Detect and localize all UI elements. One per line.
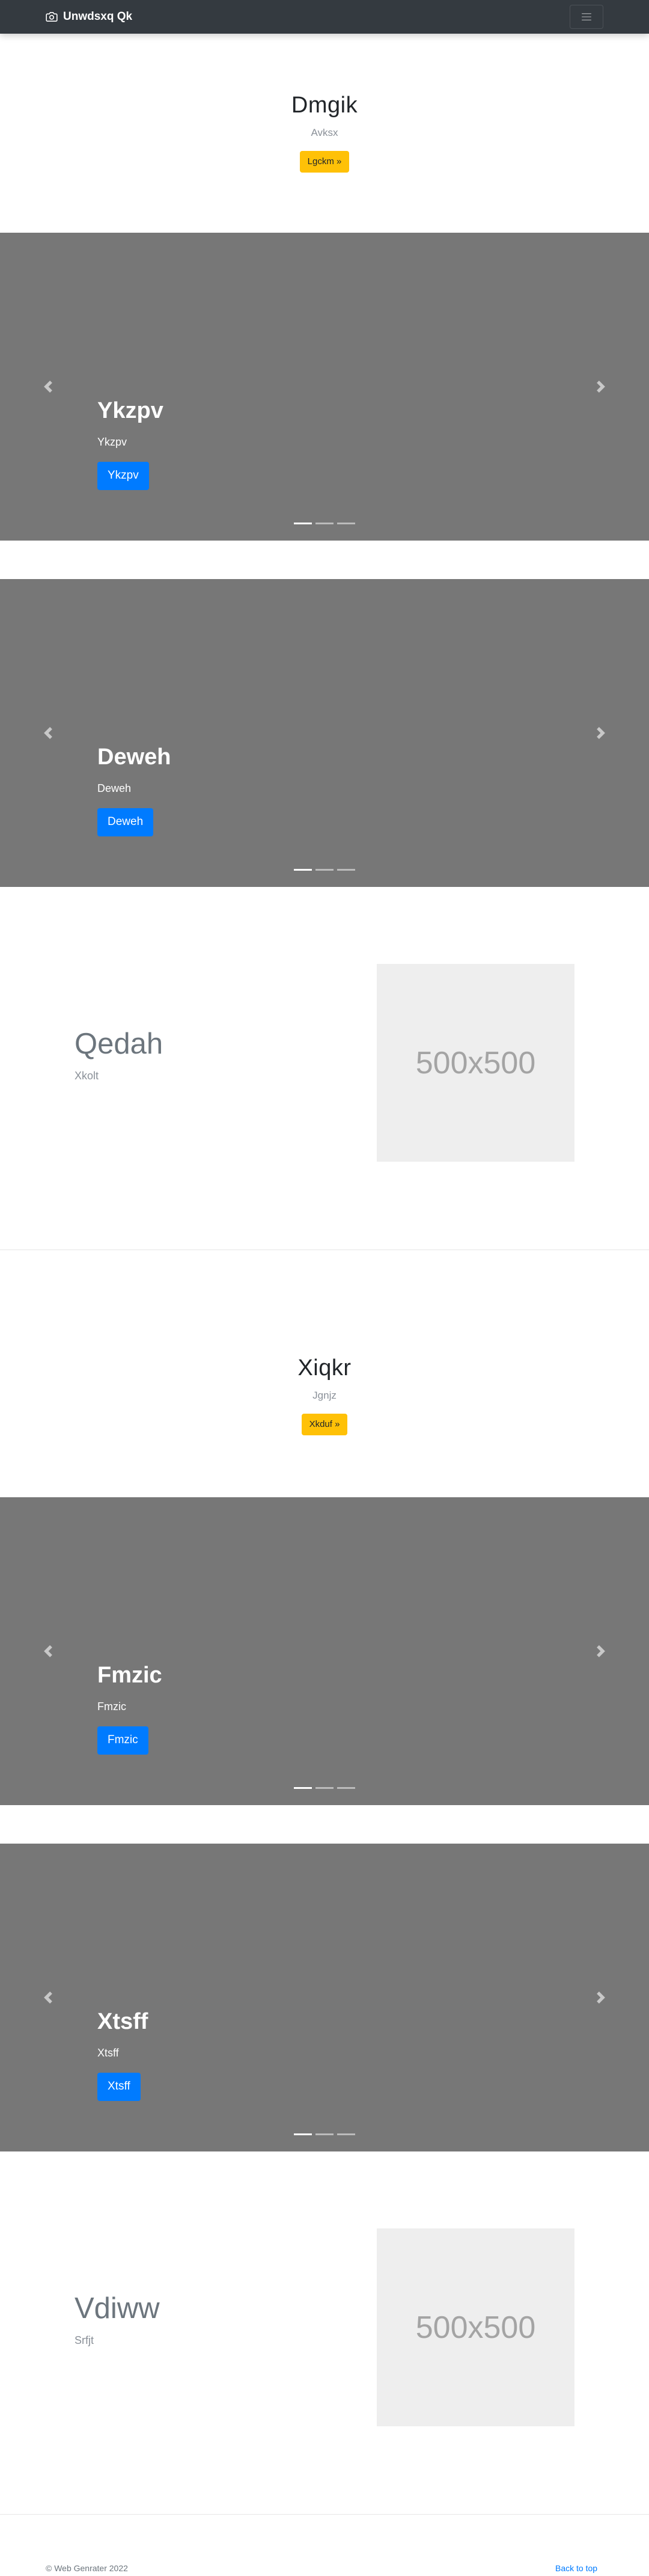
hero-title: Dmgik (291, 93, 358, 118)
carousel-2: Deweh Deweh Deweh (0, 579, 649, 887)
carousel-prev-button[interactable] (0, 233, 96, 541)
chevron-right-icon (597, 1645, 605, 1657)
carousel-cta-button[interactable]: Deweh (97, 808, 154, 836)
feature-title: Vdiww (75, 2292, 160, 2325)
carousel-indicators (0, 2133, 649, 2135)
brand-link[interactable]: Unwdsxq Qk (46, 0, 132, 34)
hamburger-menu-icon (582, 13, 591, 20)
carousel-caption: Fmzic Fmzic Fmzic (97, 1663, 162, 1755)
carousel-indicator[interactable] (294, 523, 312, 524)
navbar-toggler-button[interactable] (570, 5, 603, 29)
hero-subtitle: Jgnjz (312, 1390, 337, 1401)
carousel-indicators (0, 869, 649, 871)
carousel-next-button[interactable] (553, 233, 649, 541)
hero-title: Xiqkr (297, 1355, 352, 1381)
carousel-indicator[interactable] (294, 2133, 312, 2135)
hero-subtitle: Avksx (311, 127, 338, 138)
carousel-indicator[interactable] (294, 1787, 312, 1789)
carousel-indicator[interactable] (337, 869, 355, 871)
feature-section-2: Vdiww Srfjt 500x500 (0, 2228, 649, 2427)
carousel-prev-button[interactable] (0, 1497, 96, 1805)
carousel-prev-button[interactable] (0, 579, 96, 887)
carousel-3: Fmzic Fmzic Fmzic (0, 1497, 649, 1805)
carousel-caption: Deweh Deweh Deweh (97, 744, 171, 836)
chevron-left-icon (44, 727, 52, 739)
carousel-cta-button[interactable]: Fmzic (97, 1726, 148, 1755)
feature-subtitle: Srfjt (75, 2334, 94, 2346)
carousel-text: Xtsff (97, 2047, 119, 2059)
chevron-left-icon (44, 1645, 52, 1657)
carousel-indicator[interactable] (337, 523, 355, 524)
hero-cta-button[interactable]: Lgckm » (299, 151, 350, 173)
carousel-title: Xtsff (97, 2009, 148, 2034)
camera-icon (46, 12, 58, 22)
carousel-indicator[interactable] (315, 1787, 334, 1789)
carousel-caption: Ykzpv Ykzpv Ykzpv (97, 398, 163, 490)
carousel-text: Ykzpv (97, 436, 127, 448)
brand-name: Unwdsxq Qk (63, 10, 133, 23)
carousel-4: Xtsff Xtsff Xtsff (0, 1844, 649, 2151)
feature-title: Qedah (75, 1028, 163, 1060)
carousel-caption: Xtsff Xtsff Xtsff (97, 2009, 148, 2101)
footer-copyright: © Web Genrater 2022 (46, 2563, 128, 2573)
carousel-indicator[interactable] (315, 523, 334, 524)
hero-cta-button[interactable]: Xkduf » (301, 1414, 348, 1435)
back-to-top-link[interactable]: Back to top (555, 2563, 597, 2573)
carousel-next-button[interactable] (553, 579, 649, 887)
placeholder-image-label: 500x500 (415, 2310, 536, 2345)
chevron-right-icon (597, 1992, 605, 2004)
chevron-left-icon (44, 1992, 52, 2004)
chevron-right-icon (597, 381, 605, 393)
footer-divider (0, 2514, 649, 2515)
carousel-indicator[interactable] (294, 869, 312, 871)
carousel-indicator[interactable] (315, 2133, 334, 2135)
carousel-text: Deweh (97, 782, 132, 794)
chevron-right-icon (597, 727, 605, 739)
carousel-indicator[interactable] (315, 869, 334, 871)
carousel-title: Ykzpv (97, 398, 163, 423)
carousel-indicator[interactable] (337, 2133, 355, 2135)
feature-subtitle: Xkolt (75, 1070, 99, 1082)
carousel-text: Fmzic (97, 1700, 126, 1713)
chevron-left-icon (44, 381, 52, 393)
placeholder-image: 500x500 (377, 2228, 574, 2426)
carousel-cta-button[interactable]: Ykzpv (97, 462, 149, 490)
carousel-indicators (0, 523, 649, 524)
carousel-cta-button[interactable]: Xtsff (97, 2073, 141, 2101)
carousel-indicator[interactable] (337, 1787, 355, 1789)
carousel-indicators (0, 1787, 649, 1789)
navbar: Unwdsxq Qk (0, 0, 649, 34)
carousel-next-button[interactable] (553, 1497, 649, 1805)
placeholder-image: 500x500 (377, 964, 574, 1162)
carousel-next-button[interactable] (553, 1844, 649, 2151)
carousel-1: Ykzpv Ykzpv Ykzpv (0, 233, 649, 541)
carousel-title: Deweh (97, 744, 171, 770)
placeholder-image-label: 500x500 (415, 1045, 536, 1081)
hero-section-2: Xiqkr Jgnjz Xkduf » (0, 1355, 649, 1435)
feature-section-1: Qedah Xkolt 500x500 (0, 964, 649, 1162)
hero-section-1: Dmgik Avksx Lgckm » (0, 93, 649, 173)
carousel-title: Fmzic (97, 1663, 162, 1688)
carousel-prev-button[interactable] (0, 1844, 96, 2151)
